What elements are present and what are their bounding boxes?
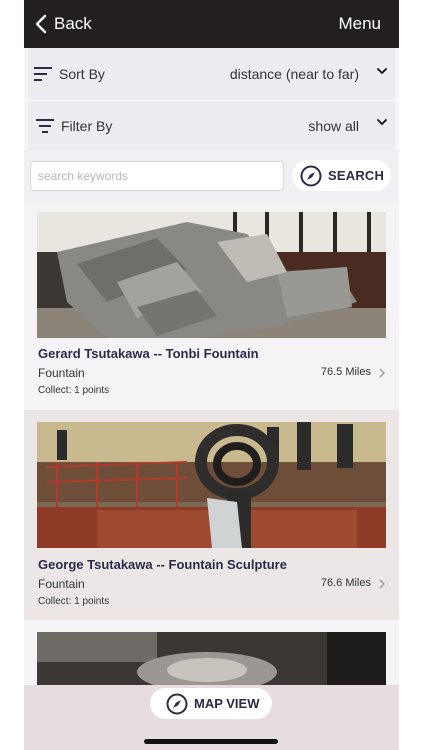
map-view-button[interactable]: MAP VIEW [150,688,272,719]
item-title[interactable]: George Tsutakawa -- Fountain Sculpture [38,557,287,572]
app-screen: Back Menu Sort By distance (near to far)… [24,0,399,750]
chevron-right-icon [379,579,385,589]
item-type: Fountain [38,577,85,591]
menu-button[interactable]: Menu [338,12,381,36]
filter-by-label: Filter By [61,117,113,134]
filter-by-dropdown[interactable]: Filter By show all [24,100,399,150]
back-button[interactable]: Back [34,12,92,36]
map-view-label: MAP VIEW [194,696,260,711]
item-points: Collect: 1 points [38,385,110,396]
search-button[interactable]: SEARCH [292,160,391,191]
item-distance: 76.5 Miles [320,366,371,378]
chevron-down-icon [377,119,387,125]
search-input[interactable] [30,161,284,191]
nav-bar: Back Menu [24,0,399,48]
compass-icon [300,165,322,186]
chevron-down-icon [377,68,387,74]
sort-by-dropdown[interactable]: Sort By distance (near to far) [24,48,399,100]
item-photo [37,632,386,685]
item-photo [37,422,386,548]
sort-by-value: distance (near to far) [229,66,359,82]
compass-icon [166,693,188,714]
filter-by-value: show all [308,117,359,134]
item-title[interactable]: Gerard Tsutakawa -- Tonbi Fountain [38,346,259,361]
chevron-right-icon [379,368,385,378]
left-margin [0,0,24,750]
search-button-label: SEARCH [328,168,385,183]
right-margin [399,0,422,750]
item-points: Collect: 1 points [38,596,110,607]
item-distance: 76.6 Miles [320,577,371,589]
filter-funnel-lines-icon [36,118,54,133]
back-label: Back [54,14,92,33]
list-item[interactable]: Gerard Tsutakawa -- Tonbi Fountain Fount… [24,203,399,410]
search-bar: SEARCH [24,150,399,203]
item-type: Fountain [38,366,85,380]
home-indicator[interactable] [144,739,278,744]
chevron-left-icon [35,14,47,34]
sort-by-label: Sort By [59,66,105,82]
sort-lines-icon [34,67,52,81]
item-photo [37,212,386,338]
map-view-bar: MAP VIEW [24,685,399,750]
list-item[interactable]: George Tsutakawa -- Fountain Sculpture F… [24,410,399,620]
